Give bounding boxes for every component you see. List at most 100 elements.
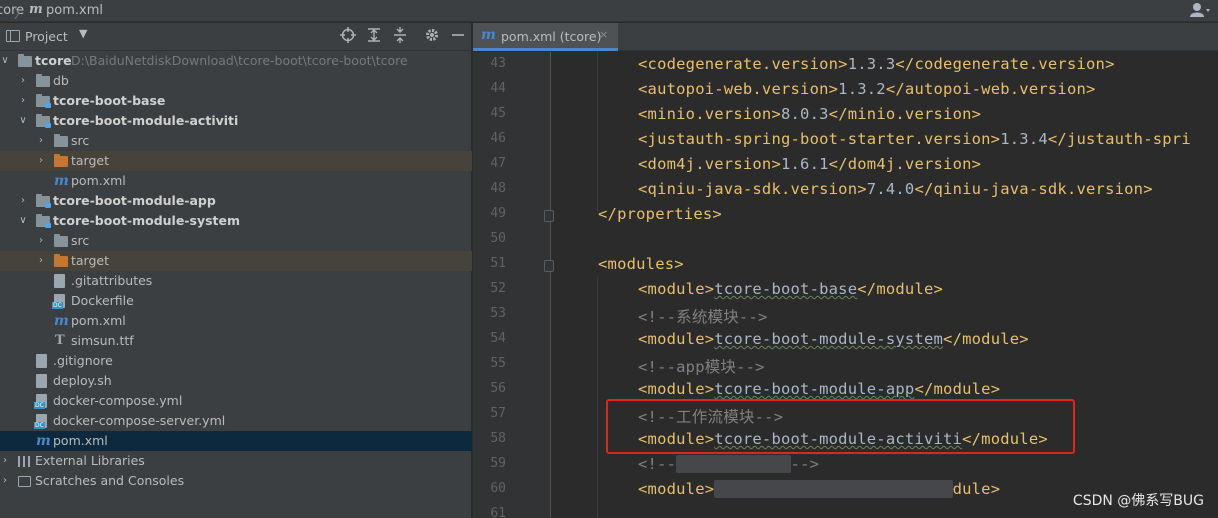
- collapse-arrow-icon[interactable]: ›: [36, 251, 46, 271]
- code-line[interactable]: <!-- -->: [638, 455, 819, 473]
- collapse-arrow-icon[interactable]: ›: [36, 231, 46, 251]
- code-line[interactable]: <module>tcore-boot-base</module>: [638, 280, 943, 298]
- tree-item-label: pom.xml: [71, 313, 126, 328]
- tree-item[interactable]: m pom.xml: [0, 311, 472, 331]
- tree-item[interactable]: m pom.xml: [0, 431, 472, 451]
- tree-item[interactable]: › src: [0, 131, 472, 151]
- tree-item[interactable]: › target: [0, 151, 472, 171]
- tree-item[interactable]: docker-compose-server.yml: [0, 411, 472, 431]
- hide-icon[interactable]: [451, 27, 465, 47]
- collapse-arrow-icon[interactable]: ›: [0, 451, 10, 471]
- tree-item[interactable]: › target: [0, 251, 472, 271]
- tree-item[interactable]: › Scratches and Consoles: [0, 471, 472, 491]
- tree-item[interactable]: ∨ tcore-boot-module-system: [0, 211, 472, 231]
- tree-item-label: Dockerfile: [71, 293, 134, 308]
- tree-item[interactable]: .gitignore: [0, 351, 472, 371]
- collapse-arrow-icon[interactable]: ›: [36, 151, 46, 171]
- code-editor[interactable]: 43 44 45 46 47 48 49 50 51 52 53 54 55 56 57 58 59 60 61 <…: [473, 52, 1218, 518]
- xml-tag: <module>: [638, 330, 715, 348]
- code-line[interactable]: <module>tcore-boot-module-system</module…: [638, 330, 1029, 348]
- tree-item[interactable]: › tcore-boot-module-app: [0, 191, 472, 211]
- tree-item-label: target: [71, 253, 110, 268]
- expand-all-icon[interactable]: [366, 27, 382, 47]
- code-line[interactable]: <dom4j.version>1.6.1</dom4j.version>: [638, 155, 981, 173]
- tree-item[interactable]: Dockerfile: [0, 291, 472, 311]
- xml-value: tcore-boot-module-system: [714, 330, 944, 348]
- tree-item[interactable]: Tsimsun.ttf: [0, 331, 472, 351]
- code-line[interactable]: </properties>: [598, 205, 722, 223]
- tree-item-label: External Libraries: [35, 453, 145, 468]
- tree-item[interactable]: m pom.xml: [0, 171, 472, 191]
- collapse-arrow-icon[interactable]: ›: [18, 71, 28, 91]
- code-line[interactable]: <!--系统模块-->: [638, 305, 768, 327]
- tree-item-label: tcore-boot-base: [53, 93, 166, 108]
- tree-item[interactable]: › db: [0, 71, 472, 91]
- collapse-arrow-icon[interactable]: ›: [18, 91, 28, 111]
- module-folder-icon: [36, 114, 51, 128]
- tree-item-label: .gitignore: [53, 353, 113, 368]
- gear-icon[interactable]: [424, 27, 440, 47]
- xml-tag: </properties>: [598, 205, 722, 223]
- code-line[interactable]: <modules>: [598, 255, 684, 273]
- font-file-icon: T: [55, 333, 65, 348]
- fold-marker-icon[interactable]: [544, 260, 554, 272]
- collapse-arrow-icon[interactable]: ›: [36, 131, 46, 151]
- xml-tag: <module>: [638, 480, 715, 498]
- navigation-bar: core 〉 m pom.xml: [0, 0, 1218, 22]
- xml-tag: </dom4j.version>: [828, 155, 982, 173]
- collapse-arrow-icon[interactable]: ›: [18, 191, 28, 211]
- tree-item[interactable]: ∨ tcore D:\BaiduNetdiskDownload\tcore-boot…: [0, 51, 472, 71]
- locate-icon[interactable]: [340, 27, 356, 47]
- code-line[interactable]: <qiniu-java-sdk.version>7.4.0</qiniu-jav…: [638, 180, 1153, 198]
- code-line[interactable]: <module>tcore-boot-module-app</module>: [638, 380, 1000, 398]
- expand-arrow-icon[interactable]: ∨: [18, 211, 28, 231]
- code-line[interactable]: <autopoi-web.version>1.3.2</autopoi-web.…: [638, 80, 1096, 98]
- tree-item[interactable]: docker-compose.yml: [0, 391, 472, 411]
- indent-guide: [597, 52, 598, 212]
- breadcrumb-file[interactable]: pom.xml: [46, 3, 103, 18]
- close-icon[interactable]: ×: [599, 28, 608, 41]
- collapse-arrow-icon[interactable]: ›: [0, 471, 10, 491]
- line-number: 61: [490, 506, 506, 518]
- editor-tab-bar: m pom.xml (tcore) ×: [473, 23, 1218, 51]
- line-number: 43: [490, 56, 506, 71]
- code-line[interactable]: <codegenerate.version>1.3.3</codegenerat…: [638, 55, 1115, 73]
- expand-arrow-icon[interactable]: ∨: [18, 111, 28, 131]
- project-view-icon: [6, 30, 20, 42]
- tree-item[interactable]: › src: [0, 231, 472, 251]
- fold-marker-icon[interactable]: [544, 210, 554, 222]
- project-tree: ∨ tcore D:\BaiduNetdiskDownload\tcore-boot…: [0, 51, 472, 491]
- line-number: 53: [490, 306, 506, 321]
- maven-file-icon: m: [36, 433, 51, 449]
- tree-item-label: tcore-boot-module-system: [53, 213, 241, 228]
- tree-item[interactable]: ∨ tcore-boot-module-activiti: [0, 111, 472, 131]
- project-tool-window: Project ▼ ∨ tcore D:\BaiduNetdiskDownload\…: [0, 23, 472, 518]
- tree-item[interactable]: › External Libraries: [0, 451, 472, 471]
- folder-icon: [18, 54, 32, 67]
- chevron-down-icon[interactable]: ▼: [79, 27, 87, 40]
- line-number: 49: [490, 206, 506, 221]
- tree-item[interactable]: › tcore-boot-base: [0, 91, 472, 111]
- project-view-title[interactable]: Project: [25, 29, 68, 44]
- tab-label: pom.xml (tcore): [501, 29, 602, 44]
- xml-tag: <modules>: [598, 255, 684, 273]
- scratches-icon: [18, 476, 31, 487]
- xml-tag: <module>: [638, 280, 715, 298]
- tab-pom-xml[interactable]: m pom.xml (tcore) ×: [473, 23, 618, 51]
- xml-tag: <justauth-spring-boot-starter.version>: [638, 130, 1001, 148]
- code-line[interactable]: <!--app模块-->: [638, 355, 765, 377]
- code-line[interactable]: <module> dule>: [638, 480, 1000, 498]
- xml-comment: <!--系统模块-->: [638, 308, 768, 326]
- library-icon: [18, 456, 30, 467]
- user-icon[interactable]: [1190, 2, 1212, 22]
- tree-item-label: docker-compose-server.yml: [53, 413, 226, 428]
- code-line[interactable]: <minio.version>8.0.3</minio.version>: [638, 105, 981, 123]
- expand-arrow-icon[interactable]: ∨: [0, 51, 10, 71]
- code-line[interactable]: <justauth-spring-boot-starter.version>1.…: [638, 130, 1191, 148]
- line-number: 50: [490, 231, 506, 246]
- tree-item[interactable]: .gitattributes: [0, 271, 472, 291]
- collapse-all-icon[interactable]: [392, 27, 408, 47]
- line-number: 52: [490, 281, 506, 296]
- file-icon: [36, 354, 47, 368]
- tree-item[interactable]: deploy.sh: [0, 371, 472, 391]
